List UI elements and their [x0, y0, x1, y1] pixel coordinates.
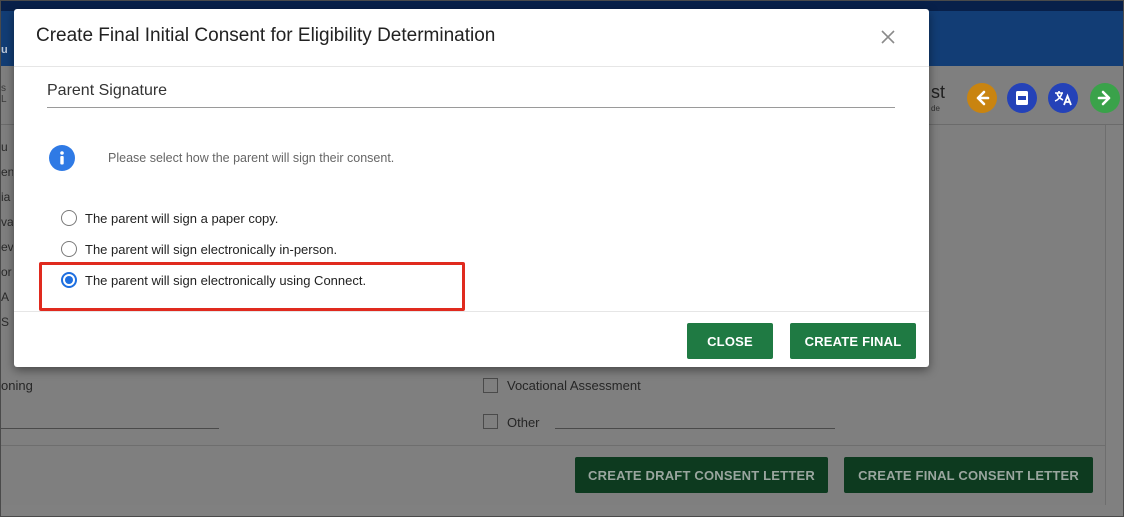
subheader-left-line: L	[1, 94, 7, 105]
side-label-fragment: va	[1, 215, 13, 229]
create-draft-consent-letter-button[interactable]: CREATE DRAFT CONSENT LETTER	[575, 457, 828, 493]
radio-button-selected[interactable]	[61, 272, 77, 288]
screenshot-frame: u s L st de u en ia va ev or A S	[0, 0, 1124, 517]
radio-electronic-in-person[interactable]: The parent will sign electronically in-p…	[61, 239, 337, 259]
info-message: Please select how the parent will sign t…	[108, 151, 395, 165]
left-field-label: oning	[1, 378, 33, 393]
section-heading: Parent Signature	[47, 82, 168, 99]
side-label-fragment: ev	[1, 240, 13, 254]
modal-title: Create Final Initial Consent for Eligibi…	[36, 25, 496, 46]
subheader-left-line: s	[1, 83, 6, 94]
translate-icon[interactable]	[1048, 83, 1078, 113]
footer-divider	[1, 445, 1105, 446]
radio-button[interactable]	[61, 210, 77, 226]
vocational-assessment-label: Vocational Assessment	[507, 378, 641, 393]
radio-button[interactable]	[61, 241, 77, 257]
arrow-right-icon[interactable]	[1090, 83, 1120, 113]
subheader-left-text: s L	[1, 83, 7, 105]
other-label: Other	[507, 415, 540, 430]
left-field-line	[1, 428, 219, 429]
subheader-title-fragment: st	[931, 82, 946, 102]
radio-label: The parent will sign electronically in-p…	[85, 241, 338, 257]
side-label-fragment: A	[1, 290, 10, 304]
side-label-fragment: or	[1, 265, 12, 279]
section-underline	[47, 107, 895, 108]
create-final-button[interactable]: CREATE FINAL	[790, 323, 916, 359]
create-final-consent-letter-button[interactable]: CREATE FINAL CONSENT LETTER	[844, 457, 1093, 493]
modal-footer-divider	[14, 311, 929, 312]
pdf-icon[interactable]	[1007, 83, 1037, 113]
side-label-fragment: S	[1, 315, 10, 329]
header-crumb: u	[1, 44, 8, 56]
radio-label: The parent will sign electronically usin…	[85, 272, 367, 288]
close-button[interactable]: CLOSE	[687, 323, 773, 359]
other-checkbox[interactable]	[483, 414, 498, 429]
arrow-left-icon[interactable]	[967, 83, 997, 113]
vocational-assessment-checkbox[interactable]	[483, 378, 498, 393]
side-label-fragment: ia	[1, 190, 11, 204]
side-label-fragment: en	[1, 165, 13, 179]
create-final-consent-modal: Create Final Initial Consent for Eligibi…	[14, 9, 929, 367]
side-label-fragments: u en ia va ev or A S	[1, 135, 13, 335]
modal-header-divider	[14, 66, 929, 67]
side-label-fragment: u	[1, 140, 8, 154]
other-field-line	[555, 428, 835, 429]
radio-electronic-connect[interactable]: The parent will sign electronically usin…	[61, 270, 366, 290]
close-icon[interactable]	[874, 23, 902, 51]
radio-label: The parent will sign a paper copy.	[85, 210, 279, 226]
subheader-subtitle-fragment: de	[931, 104, 940, 113]
radio-paper-copy[interactable]: The parent will sign a paper copy.	[61, 208, 278, 228]
info-icon	[49, 145, 75, 171]
